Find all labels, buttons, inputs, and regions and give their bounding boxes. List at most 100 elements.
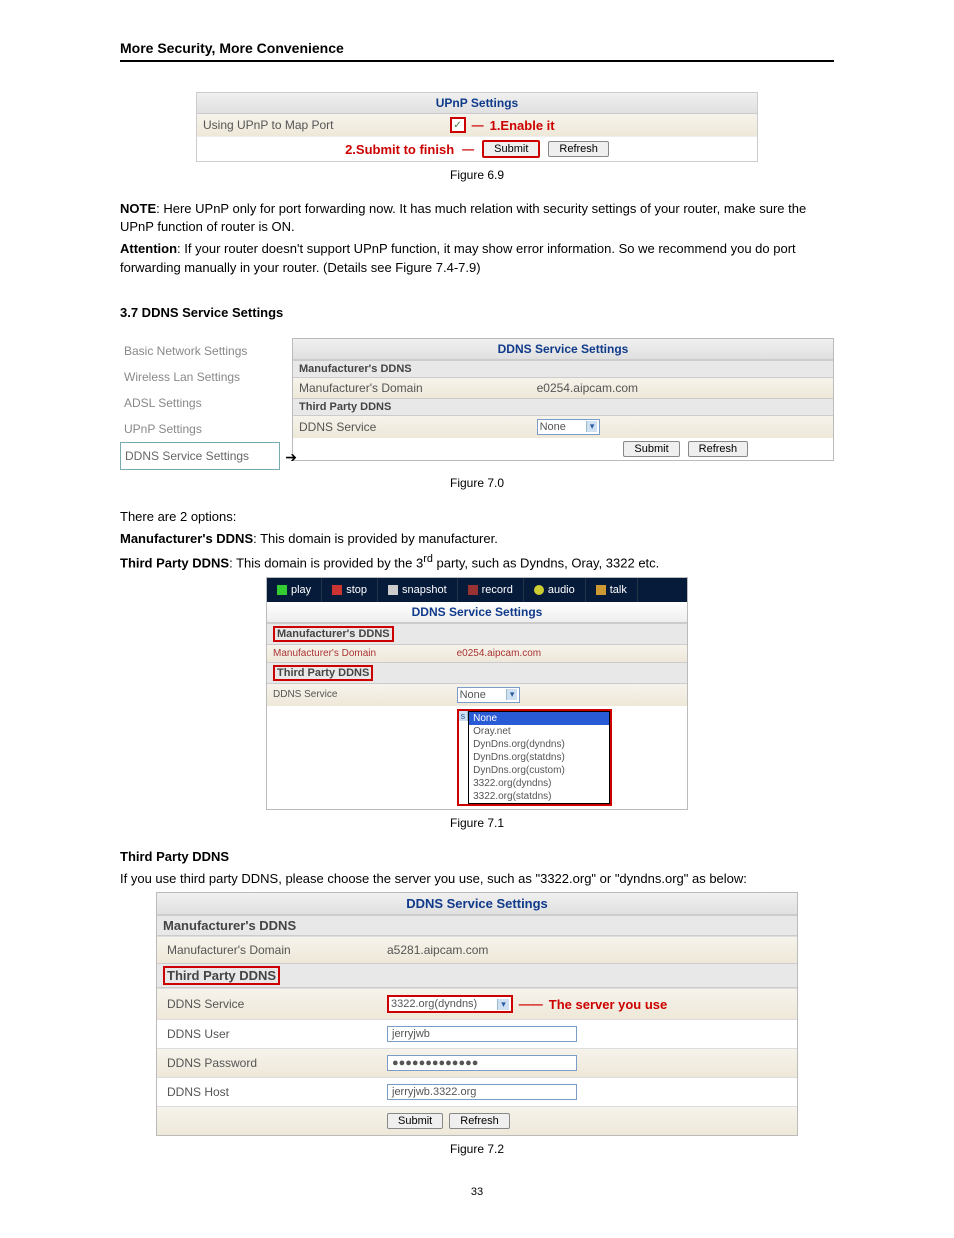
ddns-panel-70: DDNS Service Settings Manufacturer's DDN… [292,338,834,461]
manufacturer-ddns-subhead-70: Manufacturer's DDNS [293,360,833,378]
third-party-ddns-intro: If you use third party DDNS, please choo… [120,870,834,888]
ddns-panel-title-71: DDNS Service Settings [267,602,687,623]
submit-button[interactable]: Submit [482,140,540,158]
options-lead: There are 2 options: [120,508,834,526]
ddns-user-input[interactable]: jerryjwb [387,1026,577,1042]
section-37-title: 3.7 DDNS Service Settings [120,305,834,320]
sidebar-item-wireless[interactable]: Wireless Lan Settings [120,364,280,390]
ddns-service-dropdown-list[interactable]: None Oray.net DynDns.org(dyndns) DynDns.… [468,711,610,804]
manufacturer-domain-value-71: e0254.aipcam.com [457,648,681,659]
note-text: : Here UPnP only for port forwarding now… [120,201,806,234]
submit-button[interactable]: Submit [623,441,679,457]
audio-button[interactable]: audio [524,578,586,602]
sidebar-item-upnp[interactable]: UPnP Settings [120,416,280,442]
note-label: NOTE [120,201,156,216]
ddns-option-3322-statdns[interactable]: 3322.org(statdns) [469,790,609,803]
ddns-option-dyndns-statdns[interactable]: DynDns.org(statdns) [469,751,609,764]
third-party-text-b: party, such as Dyndns, Oray, 3322 etc. [433,555,659,570]
callout-server-you-use: The server you use [549,997,668,1012]
ddns-password-label: DDNS Password [161,1056,387,1070]
third-party-ddns-subhead-70: Third Party DDNS [293,398,833,416]
third-party-sup: rd [423,553,433,565]
submit-button[interactable]: Submit [387,1113,443,1129]
attention-label: Attention [120,241,177,256]
upnp-enable-checkbox[interactable]: ✓ [450,117,466,133]
ddns-option-oray[interactable]: Oray.net [469,725,609,738]
ddns-service-select-72[interactable]: 3322.org(dyndns) ▾ [387,995,513,1013]
manufacturer-ddns-subhead-71: Manufacturer's DDNS [273,626,394,642]
page-number: 33 [120,1186,834,1198]
ddns-service-label-72: DDNS Service [161,997,387,1011]
play-button[interactable]: play [267,578,322,602]
callout-line-icon: —— [519,997,543,1011]
ddns-option-none[interactable]: None [469,712,609,725]
third-party-ddns-option: Third Party DDNS: This domain is provide… [120,552,834,573]
record-button[interactable]: record [458,578,524,602]
ddns-service-value-70: None [540,421,566,433]
page-header: More Security, More Convenience [120,40,834,62]
chevron-down-icon: ▾ [506,689,518,700]
ddns-service-value-71: None [460,689,486,701]
media-toolbar: play stop snapshot record audio talk [267,578,687,602]
ddns-option-dyndns-custom[interactable]: DynDns.org(custom) [469,764,609,777]
ddns-service-select-71[interactable]: None ▾ [457,687,521,703]
attention-paragraph: Attention: If your router doesn't suppor… [120,240,834,276]
ddns-panel-title-70: DDNS Service Settings [293,339,833,360]
manufacturer-ddns-text: : This domain is provided by manufacture… [253,531,498,546]
callout-submit-finish: 2.Submit to finish [345,142,454,157]
ddns-panel-72: DDNS Service Settings Manufacturer's DDN… [156,892,798,1136]
stop-button[interactable]: stop [322,578,378,602]
manufacturer-ddns-option: Manufacturer's DDNS: This domain is prov… [120,530,834,548]
manufacturer-ddns-subhead-72: Manufacturer's DDNS [157,915,797,936]
refresh-button[interactable]: Refresh [449,1113,510,1129]
manufacturer-domain-label-71: Manufacturer's Domain [273,648,457,659]
ddns-service-select-70[interactable]: None ▾ [537,419,601,435]
ddns-host-input[interactable]: jerryjwb.3322.org [387,1084,577,1100]
refresh-button[interactable]: Refresh [548,141,609,157]
stop-icon [332,585,342,595]
play-icon [277,585,287,595]
enable-line-icon: — [472,118,484,132]
settings-sidebar: Basic Network Settings Wireless Lan Sett… [120,338,280,470]
sidebar-item-basic-network[interactable]: Basic Network Settings [120,338,280,364]
third-party-ddns-subhead-72: Third Party DDNS [163,966,280,985]
manufacturer-domain-label-72: Manufacturer's Domain [161,943,387,957]
select-button-icon: s [459,711,469,721]
third-party-ddns-label: Third Party DDNS [120,555,229,570]
ddns-option-3322-dyndns[interactable]: 3322.org(dyndns) [469,777,609,790]
callout-enable-it: 1.Enable it [490,118,555,133]
talk-icon [596,585,606,595]
ddns-option-dyndns-dyndns[interactable]: DynDns.org(dyndns) [469,738,609,751]
third-party-ddns-subhead-71: Third Party DDNS [273,665,373,681]
sidebar-item-ddns[interactable]: DDNS Service Settings [120,442,280,470]
manufacturer-domain-label-70: Manufacturer's Domain [299,381,537,395]
figure-caption-71: Figure 7.1 [120,816,834,830]
ddns-service-value-72: 3322.org(dyndns) [391,998,477,1010]
ddns-panel-71: play stop snapshot record audio talk DDN… [266,577,688,810]
figure-caption-70: Figure 7.0 [120,476,834,490]
snapshot-icon [388,585,398,595]
note-paragraph: NOTE: Here UPnP only for port forwarding… [120,200,834,236]
ddns-service-label-70: DDNS Service [299,420,537,434]
third-party-ddns-heading: Third Party DDNS [120,849,229,864]
third-party-text-a: : This domain is provided by the 3 [229,555,423,570]
manufacturer-domain-value-70: e0254.aipcam.com [537,381,827,395]
upnp-panel-title: UPnP Settings [197,93,757,114]
ddns-host-label: DDNS Host [161,1085,387,1099]
talk-button[interactable]: talk [586,578,638,602]
audio-icon [534,585,544,595]
ddns-password-input[interactable]: ●●●●●●●●●●●●● [387,1055,577,1071]
sidebar-item-adsl[interactable]: ADSL Settings [120,390,280,416]
manufacturer-ddns-label: Manufacturer's DDNS [120,531,253,546]
figure-caption-72: Figure 7.2 [120,1142,834,1156]
refresh-button[interactable]: Refresh [688,441,749,457]
record-icon [468,585,478,595]
chevron-down-icon: ▾ [497,999,509,1010]
ddns-user-label: DDNS User [161,1027,387,1041]
upnp-settings-panel: UPnP Settings Using UPnP to Map Port ✓ —… [196,92,758,162]
figure-caption-69: Figure 6.9 [120,168,834,182]
snapshot-button[interactable]: snapshot [378,578,458,602]
callout-line-icon: — [462,142,474,156]
chevron-down-icon: ▾ [586,421,598,432]
ddns-service-label-71: DDNS Service [273,689,457,700]
